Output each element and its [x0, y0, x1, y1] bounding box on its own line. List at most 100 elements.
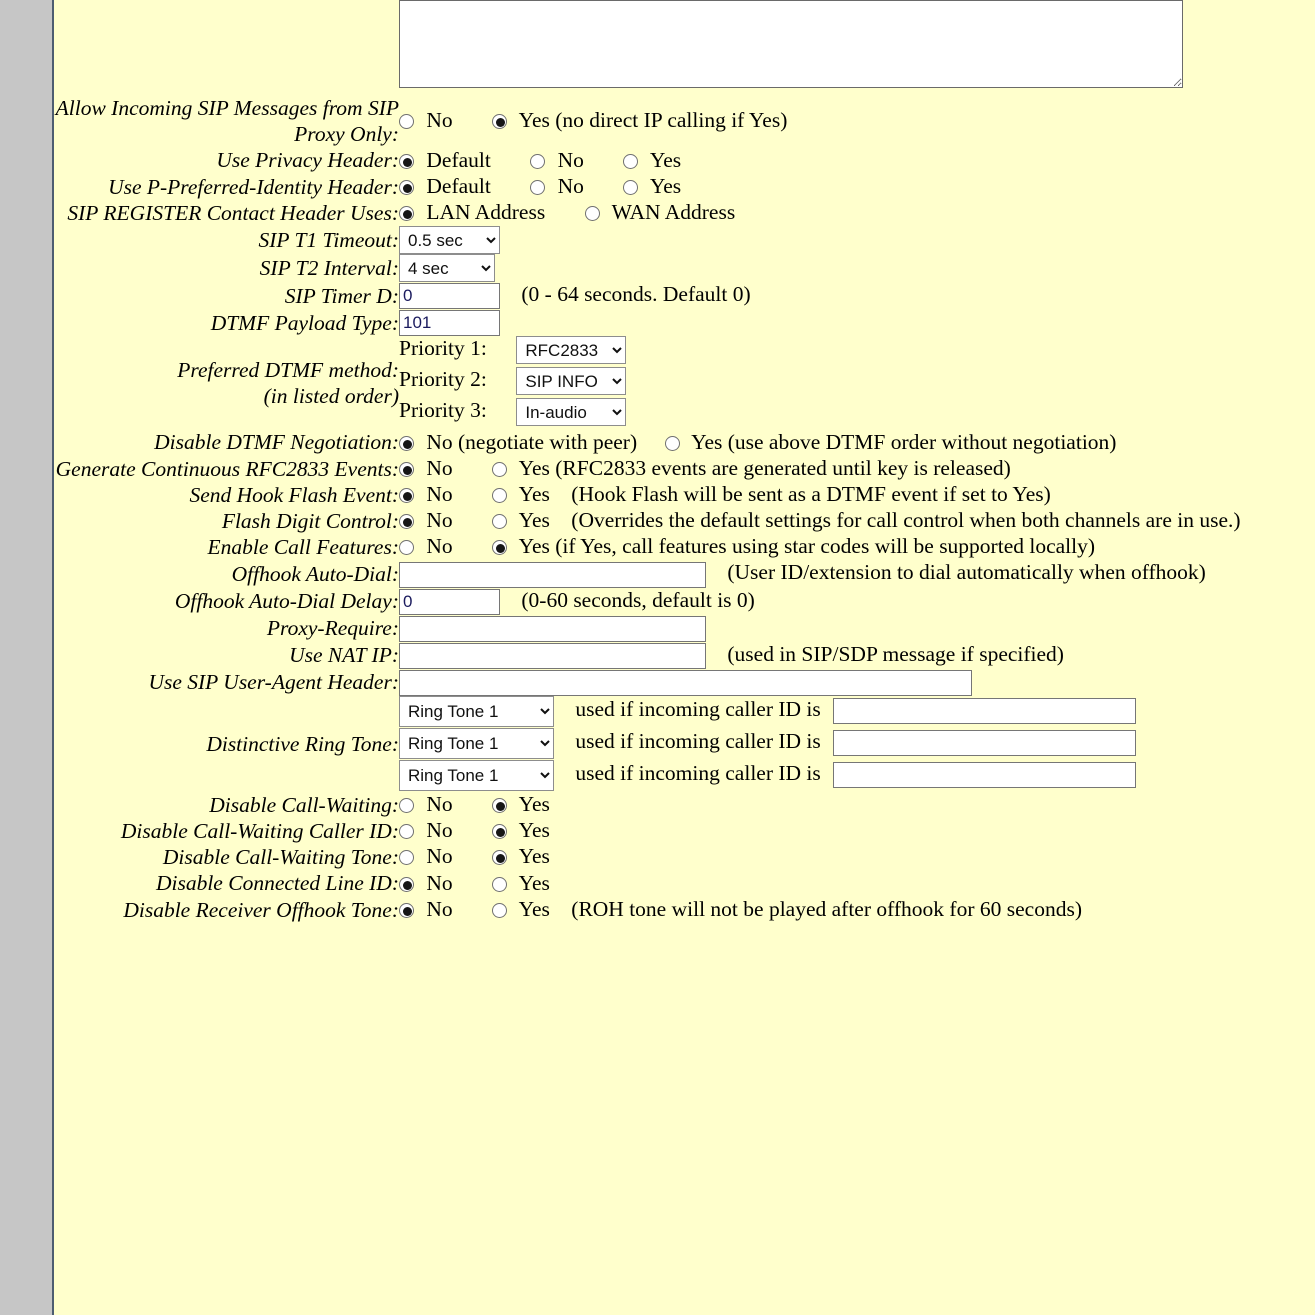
- call-features-no-radio[interactable]: [399, 540, 414, 556]
- distinctive-ring-row-1: Ring Tone 1 used if incoming caller ID i…: [399, 695, 1315, 727]
- allow-incoming-no-radio[interactable]: [399, 114, 414, 130]
- sip-timer-d-input[interactable]: [399, 283, 500, 310]
- sip-settings-form: Allow Incoming SIP Messages from SIP Pro…: [54, 0, 1315, 923]
- ppi-default-radio[interactable]: [399, 179, 414, 195]
- sip-t1-select[interactable]: 0.5 sec: [399, 226, 500, 255]
- register-contact-lan-radio[interactable]: [399, 206, 414, 222]
- privacy-yes-option[interactable]: Yes: [623, 148, 681, 174]
- disable-cw-cid-yes-radio[interactable]: [492, 824, 508, 840]
- use-nat-ip-input[interactable]: [399, 642, 706, 669]
- register-contact-lan-option[interactable]: LAN Address: [399, 200, 545, 226]
- privacy-default-radio[interactable]: [399, 153, 414, 169]
- ppi-no-option[interactable]: No: [530, 174, 584, 200]
- ppi-yes-label: Yes: [649, 173, 682, 198]
- ppi-no-radio[interactable]: [530, 179, 546, 195]
- disable-dtmf-neg-yes-option[interactable]: Yes (use above DTMF order without negoti…: [664, 430, 1116, 456]
- disable-dtmf-neg-yes-radio[interactable]: [664, 435, 680, 451]
- distinctive-ring-caller-id-text-1: used if incoming caller ID is: [575, 697, 821, 722]
- offhook-delay-hint: (0-60 seconds, default is 0): [521, 587, 755, 612]
- disable-dtmf-neg-no-radio[interactable]: [399, 435, 414, 451]
- continuous-rfc2833-label: Generate Continuous RFC2833 Events:: [55, 456, 399, 481]
- privacy-yes-radio[interactable]: [623, 153, 639, 169]
- privacy-default-option[interactable]: Default: [399, 148, 491, 174]
- disable-cw-cid-yes-option[interactable]: Yes: [492, 818, 550, 844]
- distinctive-ring-tone-select-2[interactable]: Ring Tone 1: [399, 727, 554, 759]
- priority-2-select[interactable]: SIP INFO: [516, 367, 627, 396]
- register-contact-label: SIP REGISTER Contact Header Uses:: [67, 200, 399, 225]
- flash-digit-no-radio[interactable]: [399, 514, 414, 530]
- disable-connected-line-id-yes-radio[interactable]: [492, 876, 508, 892]
- allow-incoming-yes-option[interactable]: Yes (no direct IP calling if Yes): [492, 108, 787, 134]
- dtmf-payload-label: DTMF Payload Type:: [210, 310, 399, 335]
- disable-cw-no-radio[interactable]: [399, 797, 414, 813]
- ppi-yes-radio[interactable]: [623, 179, 639, 195]
- disable-roh-tone-yes-radio[interactable]: [492, 902, 508, 918]
- disable-cw-no-option[interactable]: No: [399, 792, 453, 818]
- register-contact-wan-radio[interactable]: [584, 206, 600, 222]
- hook-flash-yes-option[interactable]: Yes: [492, 482, 550, 508]
- continuous-rfc2833-no-option[interactable]: No: [399, 456, 453, 482]
- distinctive-ring-tone-select-3[interactable]: Ring Tone 1: [399, 759, 554, 791]
- disable-cw-cid-no-option[interactable]: No: [399, 818, 453, 844]
- disable-dtmf-neg-no-option[interactable]: No (negotiate with peer): [399, 430, 637, 456]
- hook-flash-no-option[interactable]: No: [399, 482, 453, 508]
- call-features-yes-option[interactable]: Yes (if Yes, call features using star co…: [492, 534, 1095, 560]
- disable-connected-line-id-yes-option[interactable]: Yes: [492, 871, 550, 897]
- call-features-no-option[interactable]: No: [399, 534, 453, 560]
- dtmf-payload-input[interactable]: [399, 310, 500, 337]
- disable-cw-yes-radio[interactable]: [492, 797, 508, 813]
- user-agent-label: Use SIP User-Agent Header:: [148, 670, 399, 695]
- disable-cw-yes-option[interactable]: Yes: [492, 792, 550, 818]
- continuous-rfc2833-yes-radio[interactable]: [492, 461, 508, 477]
- disable-cw-tone-no-option[interactable]: No: [399, 844, 453, 870]
- allow-incoming-label: Allow Incoming SIP Messages from SIP Pro…: [55, 96, 399, 147]
- disable-cw-tone-yes-option[interactable]: Yes: [492, 844, 550, 870]
- continuous-rfc2833-yes-option[interactable]: Yes (RFC2833 events are generated until …: [492, 456, 1011, 482]
- sip-t2-select[interactable]: 4 sec: [399, 254, 495, 283]
- distinctive-ring-caller-id-input-2[interactable]: [833, 730, 1137, 757]
- disable-cw-tone-yes-radio[interactable]: [492, 850, 508, 866]
- allow-incoming-no-option[interactable]: No: [399, 108, 453, 134]
- continuous-rfc2833-no-radio[interactable]: [399, 461, 414, 477]
- offhook-delay-label: Offhook Auto-Dial Delay:: [174, 588, 399, 613]
- distinctive-ring-caller-id-input-1[interactable]: [833, 698, 1137, 725]
- sip-config-textarea[interactable]: [399, 0, 1183, 88]
- privacy-no-radio[interactable]: [530, 153, 546, 169]
- privacy-no-label: No: [557, 147, 584, 172]
- hook-flash-yes-label: Yes: [518, 481, 550, 506]
- hook-flash-no-radio[interactable]: [399, 487, 414, 503]
- disable-cw-cid-no-radio[interactable]: [399, 824, 414, 840]
- call-features-yes-radio[interactable]: [492, 540, 508, 556]
- flash-digit-yes-option[interactable]: Yes: [492, 508, 550, 534]
- proxy-require-input[interactable]: [399, 615, 706, 642]
- distinctive-ring-tone-select-1[interactable]: Ring Tone 1: [399, 695, 554, 727]
- disable-roh-tone-no-option[interactable]: No: [399, 897, 453, 923]
- flash-digit-no-option[interactable]: No: [399, 508, 453, 534]
- register-contact-wan-option[interactable]: WAN Address: [584, 200, 735, 226]
- hook-flash-yes-radio[interactable]: [492, 487, 508, 503]
- disable-connected-line-id-no-option[interactable]: No: [399, 871, 453, 897]
- allow-incoming-yes-label: Yes (no direct IP calling if Yes): [518, 108, 788, 133]
- row-offhook-auto-dial: Offhook Auto-Dial: (User ID/extension to…: [54, 560, 1315, 588]
- disable-connected-line-id-no-radio[interactable]: [399, 876, 414, 892]
- flash-digit-no-label: No: [426, 508, 453, 533]
- ppi-default-option[interactable]: Default: [399, 174, 491, 200]
- priority-3-row: Priority 3: In-audio: [399, 398, 1315, 427]
- disable-cw-tone-no-radio[interactable]: [399, 850, 414, 866]
- disable-roh-tone-yes-option[interactable]: Yes: [492, 897, 550, 923]
- disable-roh-tone-no-radio[interactable]: [399, 902, 414, 918]
- offhook-delay-input[interactable]: [399, 588, 500, 615]
- priority-1-select[interactable]: RFC2833: [516, 336, 627, 365]
- priority-3-select[interactable]: In-audio: [516, 398, 627, 427]
- user-agent-input[interactable]: [399, 669, 972, 696]
- flash-digit-yes-radio[interactable]: [492, 514, 508, 530]
- disable-cw-yes-label: Yes: [518, 791, 550, 816]
- distinctive-ring-caller-id-input-3[interactable]: [833, 762, 1137, 789]
- row-preferred-dtmf-method: Preferred DTMF method: (in listed order)…: [54, 336, 1315, 429]
- ppi-yes-option[interactable]: Yes: [623, 174, 681, 200]
- privacy-no-option[interactable]: No: [530, 148, 584, 174]
- use-nat-ip-label: Use NAT IP:: [289, 643, 399, 668]
- allow-incoming-yes-radio[interactable]: [492, 114, 508, 130]
- offhook-autodial-input[interactable]: [399, 561, 706, 588]
- disable-cw-tone-yes-label: Yes: [518, 844, 550, 869]
